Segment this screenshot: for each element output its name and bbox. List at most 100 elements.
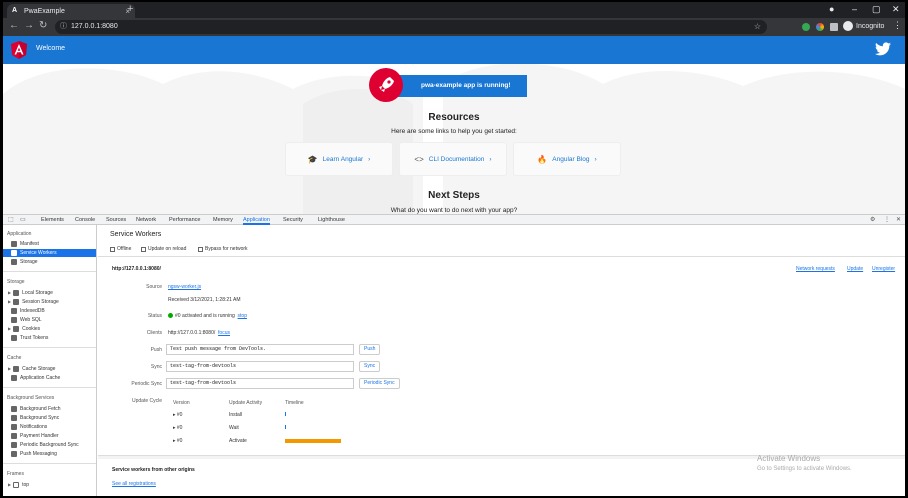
- address-bar[interactable]: ⓘ 127.0.0.1:8080 ☆: [55, 20, 767, 34]
- extensions-puzzle-icon[interactable]: [830, 23, 838, 31]
- twitter-icon[interactable]: [875, 42, 891, 56]
- angular-blog-card[interactable]: 🔥 Angular Blog ›: [513, 142, 621, 176]
- sidebar-divider: [3, 271, 96, 272]
- sidebar-item-notifications[interactable]: Notifications: [11, 423, 47, 431]
- tab-sources[interactable]: Sources: [106, 215, 126, 225]
- bypass-network-checkbox[interactable]: Bypass for network: [198, 246, 248, 252]
- sidebar-section-background-services: Background Services: [7, 395, 55, 401]
- close-window-icon[interactable]: ✕: [892, 4, 900, 15]
- sidebar-item-web-sql[interactable]: Web SQL: [11, 316, 42, 324]
- device-toolbar-icon[interactable]: ▭: [20, 215, 26, 225]
- sidebar-item-label: IndexedDB: [20, 308, 45, 314]
- back-icon[interactable]: ←: [9, 20, 19, 31]
- frame-icon: [13, 482, 20, 488]
- sidebar-item-periodic-background-sync[interactable]: Periodic Background Sync: [11, 441, 79, 449]
- cookie-icon: [13, 326, 20, 332]
- tab-console[interactable]: Console: [75, 215, 95, 225]
- new-tab-icon[interactable]: +: [127, 3, 133, 15]
- sidebar-item-frame-top[interactable]: ▶ top: [8, 481, 29, 489]
- unregister-link[interactable]: Unregister: [872, 266, 895, 272]
- expand-arrow-icon[interactable]: ▶: [8, 289, 11, 297]
- graduation-cap-icon: 🎓: [307, 154, 318, 164]
- network-requests-link[interactable]: Network requests: [796, 266, 835, 272]
- other-origins-title: Service workers from other origins: [112, 467, 195, 473]
- col-update-activity: Update Activity: [229, 400, 263, 406]
- database-icon: [11, 317, 17, 323]
- sidebar-item-local-storage[interactable]: ▶ Local Storage: [8, 289, 53, 297]
- focus-link[interactable]: focus: [218, 330, 230, 336]
- sidebar-item-manifest[interactable]: Manifest: [11, 240, 39, 248]
- update-link[interactable]: Update: [847, 266, 863, 272]
- sidebar-item-indexeddb[interactable]: IndexedDB: [11, 307, 45, 315]
- devtools-close-icon[interactable]: ✕: [896, 215, 901, 225]
- tab-network[interactable]: Network: [136, 215, 156, 225]
- update-on-reload-checkbox[interactable]: Update on reload: [141, 246, 186, 252]
- sidebar-item-payment-handler[interactable]: Payment Handler: [11, 432, 59, 440]
- sidebar-item-label: Storage: [20, 259, 38, 265]
- periodic-sync-button[interactable]: Periodic Sync: [359, 378, 400, 389]
- expand-arrow-icon[interactable]: ▶: [8, 365, 11, 373]
- tab-performance[interactable]: Performance: [169, 215, 201, 225]
- see-all-registrations-link[interactable]: See all registrations: [112, 481, 156, 487]
- stop-link[interactable]: stop: [238, 313, 247, 319]
- source-file-link[interactable]: ngsw-worker.js: [168, 284, 201, 290]
- expand-arrow-icon[interactable]: ▶: [8, 325, 11, 333]
- devtools-menu-icon[interactable]: ⋮: [884, 215, 890, 225]
- push-button[interactable]: Push: [359, 344, 381, 355]
- sync-button[interactable]: Sync: [359, 361, 381, 372]
- push-input[interactable]: Test push message from DevTools.: [166, 344, 354, 355]
- bookmark-star-icon[interactable]: ☆: [754, 20, 761, 34]
- tab-application[interactable]: Application: [243, 215, 270, 225]
- site-info-icon[interactable]: ⓘ: [60, 20, 67, 34]
- sidebar-item-service-workers[interactable]: Service Workers: [3, 249, 96, 257]
- tab-memory[interactable]: Memory: [213, 215, 233, 225]
- checkbox-box[interactable]: [141, 246, 146, 252]
- sidebar-item-storage[interactable]: Storage: [11, 258, 38, 266]
- periodic-sync-input[interactable]: test-tag-from-devtools: [166, 378, 354, 389]
- browser-window: A PwaExample × + ● – ▢ ✕ ← → ↻ ⓘ 127.0.0…: [3, 2, 905, 496]
- reload-icon[interactable]: ↻: [39, 20, 47, 31]
- checkbox-box[interactable]: [110, 246, 115, 252]
- inspect-element-icon[interactable]: ⬚: [8, 215, 14, 225]
- offline-checkbox[interactable]: Offline: [110, 246, 131, 252]
- arrows-icon: [11, 406, 17, 412]
- sync-input[interactable]: test-tag-from-devtools: [166, 361, 354, 372]
- cycle-activity: Activate: [229, 438, 247, 444]
- card-label: CLI Documentation: [428, 155, 485, 163]
- status-running-icon: [168, 313, 173, 319]
- learn-angular-card[interactable]: 🎓 Learn Angular ›: [285, 142, 393, 176]
- sidebar-item-push-messaging[interactable]: Push Messaging: [11, 450, 57, 458]
- sidebar-item-background-sync[interactable]: Background Sync: [11, 414, 59, 422]
- checkbox-box[interactable]: [198, 246, 203, 252]
- timeline-wait-mark: [285, 425, 286, 429]
- sidebar-item-label: Local Storage: [22, 290, 53, 296]
- settings-gear-icon[interactable]: ⚙: [870, 215, 875, 225]
- extension-green-icon[interactable]: [802, 23, 810, 31]
- sidebar-item-cookies[interactable]: ▶ Cookies: [8, 325, 40, 333]
- sidebar-section-storage: Storage: [7, 279, 25, 285]
- browser-tab[interactable]: A PwaExample ×: [7, 4, 135, 18]
- sidebar-item-application-cache[interactable]: Application Cache: [11, 374, 60, 382]
- cycle-version[interactable]: ▸ #0: [173, 438, 182, 444]
- forward-icon[interactable]: →: [24, 20, 34, 31]
- expand-arrow-icon[interactable]: ▶: [8, 298, 11, 306]
- maximize-icon[interactable]: ▢: [872, 4, 881, 15]
- window-circle-icon[interactable]: ●: [829, 4, 834, 14]
- minimize-icon[interactable]: –: [852, 4, 857, 14]
- sidebar-item-cache-storage[interactable]: ▶ Cache Storage: [8, 365, 55, 373]
- sidebar-item-background-fetch[interactable]: Background Fetch: [11, 405, 61, 413]
- extension-color-icon[interactable]: [816, 23, 824, 31]
- browser-menu-icon[interactable]: ⋮: [893, 20, 902, 31]
- cycle-version[interactable]: ▸ #0: [173, 425, 182, 431]
- bell-icon: [11, 424, 17, 430]
- sidebar-item-trust-tokens[interactable]: Trust Tokens: [11, 334, 48, 342]
- tab-security[interactable]: Security: [283, 215, 303, 225]
- next-steps-title: Next Steps: [428, 190, 480, 201]
- cli-docs-card[interactable]: <> CLI Documentation ›: [399, 142, 507, 176]
- sidebar-item-session-storage[interactable]: ▶ Session Storage: [8, 298, 59, 306]
- expand-arrow-icon[interactable]: ▶: [8, 481, 11, 489]
- tab-lighthouse[interactable]: Lighthouse: [318, 215, 345, 225]
- cycle-version[interactable]: ▸ #0: [173, 412, 182, 418]
- tab-elements[interactable]: Elements: [41, 215, 64, 225]
- incognito-indicator[interactable]: Incognito: [843, 21, 884, 31]
